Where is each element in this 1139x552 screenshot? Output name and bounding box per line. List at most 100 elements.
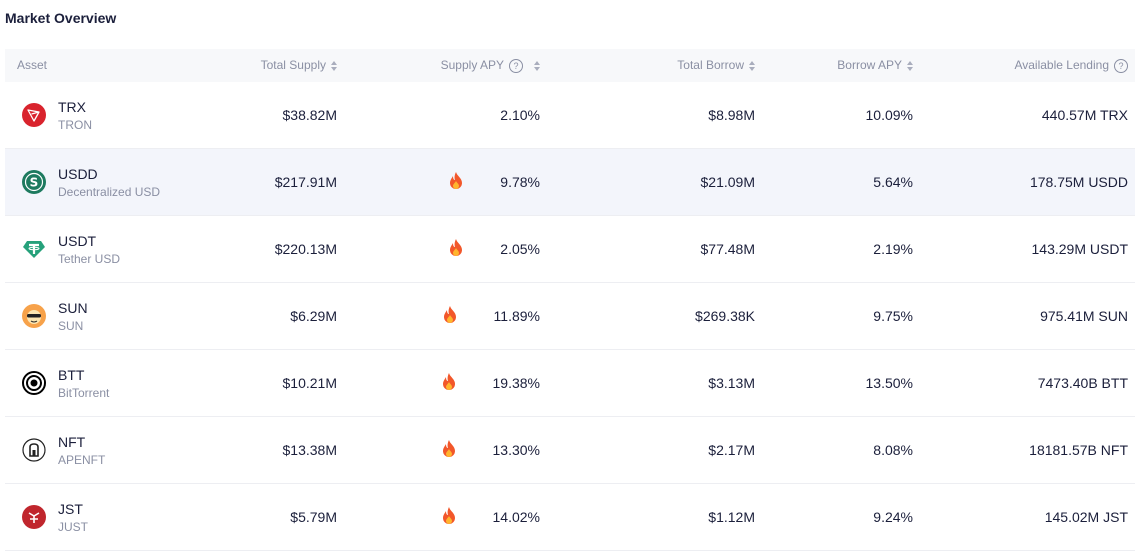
available-lending-value: 145.02M JST <box>1044 509 1128 525</box>
apenft-icon <box>22 438 46 462</box>
asset-cell: SUN SUN <box>22 283 88 349</box>
fire-icon <box>448 238 464 260</box>
total-borrow-value: $77.48M <box>700 241 755 257</box>
total-supply-value: $10.21M <box>282 375 337 391</box>
supply-apy-value: 2.10% <box>500 107 540 123</box>
asset-name: BitTorrent <box>58 385 110 400</box>
supply-apy-value: 11.89% <box>493 308 540 324</box>
supply-apy-cell: 11.89% <box>442 283 540 349</box>
usdd-icon: S <box>22 170 46 194</box>
total-supply-value: $220.13M <box>274 241 337 257</box>
fire-icon <box>441 372 457 394</box>
supply-apy-value: 2.05% <box>500 241 540 257</box>
table-row[interactable]: NFT APENFT $13.38M 13.30% $2.17M 8.08% 1… <box>5 417 1135 484</box>
table-row[interactable]: USDT Tether USD $220.13M 2.05% $77.48M 2… <box>5 216 1135 283</box>
help-icon[interactable]: ? <box>509 58 523 73</box>
total-borrow-value: $3.13M <box>708 375 755 391</box>
borrow-apy-value: 5.64% <box>873 174 913 190</box>
available-lending-value: 440.57M TRX <box>1041 107 1128 123</box>
borrow-apy-value: 8.08% <box>873 442 913 458</box>
supply-apy-value: 13.30% <box>492 442 540 458</box>
sort-icon[interactable] <box>534 60 540 71</box>
supply-apy-cell: 14.02% <box>441 484 540 550</box>
supply-apy-cell: 13.30% <box>441 417 540 483</box>
supply-apy-cell: 2.05% <box>448 216 540 282</box>
asset-symbol: NFT <box>58 433 86 450</box>
table-row[interactable]: BTT BitTorrent $10.21M 19.38% $3.13M 13.… <box>5 350 1135 417</box>
total-borrow-value: $1.12M <box>708 509 755 525</box>
asset-cell: S USDD Decentralized USD <box>22 149 160 215</box>
sort-icon[interactable] <box>749 60 755 71</box>
table-row[interactable]: S USDD Decentralized USD $217.91M 9.78% … <box>5 149 1135 216</box>
supply-apy-value: 9.78% <box>500 174 540 190</box>
total-borrow-value: $2.17M <box>708 442 755 458</box>
table-header: Asset Total Supply Supply APY ? Total Bo… <box>5 49 1135 82</box>
asset-name: SUN <box>58 318 84 333</box>
table-row[interactable]: SUN SUN $6.29M 11.89% $269.38K 9.75% 975… <box>5 283 1135 350</box>
asset-cell: USDT Tether USD <box>22 216 120 282</box>
supply-apy-cell: 2.10% <box>500 82 540 148</box>
available-lending-value: 975.41M SUN <box>1040 308 1128 324</box>
table-row[interactable]: JST JUST $5.79M 14.02% $1.12M 9.24% 145.… <box>5 484 1135 551</box>
table-body: TRX TRON $38.82M 2.10% $8.98M 10.09% 440… <box>5 82 1135 551</box>
available-lending-value: 143.29M USDT <box>1031 241 1128 257</box>
available-lending-value: 7473.40B BTT <box>1037 375 1128 391</box>
tether-icon <box>22 237 46 261</box>
total-supply-value: $38.82M <box>282 107 337 123</box>
total-borrow-value: $269.38K <box>695 308 755 324</box>
header-borrow-apy[interactable]: Borrow APY <box>837 49 913 82</box>
asset-name: Tether USD <box>58 251 121 266</box>
tron-icon <box>22 103 46 127</box>
asset-cell: BTT BitTorrent <box>22 350 109 416</box>
supply-apy-value: 14.02% <box>492 509 540 525</box>
asset-cell: JST JUST <box>22 484 88 550</box>
svg-text:S: S <box>30 176 39 190</box>
asset-symbol: JST <box>58 500 83 517</box>
asset-name: TRON <box>58 117 92 132</box>
supply-apy-cell: 19.38% <box>441 350 540 416</box>
available-lending-value: 178.75M USDD <box>1029 174 1128 190</box>
asset-symbol: BTT <box>58 366 85 383</box>
borrow-apy-value: 9.24% <box>873 509 913 525</box>
fire-icon <box>442 305 458 327</box>
just-icon <box>22 505 46 529</box>
header-total-borrow[interactable]: Total Borrow <box>677 49 755 82</box>
help-icon[interactable]: ? <box>1114 58 1128 73</box>
total-supply-value: $5.79M <box>290 509 337 525</box>
fire-icon <box>441 506 457 528</box>
borrow-apy-value: 10.09% <box>865 107 913 123</box>
asset-symbol: USDT <box>58 232 97 249</box>
page-title: Market Overview <box>5 10 117 26</box>
borrow-apy-value: 2.19% <box>873 241 913 257</box>
asset-cell: NFT APENFT <box>22 417 105 483</box>
asset-symbol: TRX <box>58 98 86 115</box>
header-total-supply[interactable]: Total Supply <box>261 49 337 82</box>
supply-apy-cell: 9.78% <box>448 149 540 215</box>
asset-name: Decentralized USD <box>58 184 161 199</box>
sun-icon <box>22 304 46 328</box>
sort-icon[interactable] <box>907 60 913 71</box>
asset-name: APENFT <box>58 452 106 467</box>
total-supply-value: $217.91M <box>274 174 337 190</box>
table-row[interactable]: TRX TRON $38.82M 2.10% $8.98M 10.09% 440… <box>5 82 1135 149</box>
fire-icon <box>441 439 457 461</box>
total-supply-value: $13.38M <box>282 442 337 458</box>
header-supply-apy[interactable]: Supply APY ? <box>441 49 540 82</box>
fire-icon <box>448 171 464 193</box>
asset-name: JUST <box>58 519 88 534</box>
total-supply-value: $6.29M <box>290 308 337 324</box>
asset-cell: TRX TRON <box>22 82 92 148</box>
asset-symbol: SUN <box>58 299 88 316</box>
bittorrent-icon <box>22 371 46 395</box>
borrow-apy-value: 13.50% <box>865 375 913 391</box>
header-asset: Asset <box>17 58 48 72</box>
available-lending-value: 18181.57B NFT <box>1029 442 1128 458</box>
asset-symbol: USDD <box>58 165 98 182</box>
market-table: Asset Total Supply Supply APY ? Total Bo… <box>5 49 1135 551</box>
header-available-lending: Available Lending ? <box>1014 49 1128 82</box>
supply-apy-value: 19.38% <box>492 375 540 391</box>
sort-icon[interactable] <box>331 60 337 71</box>
total-borrow-value: $8.98M <box>708 107 755 123</box>
total-borrow-value: $21.09M <box>700 174 755 190</box>
borrow-apy-value: 9.75% <box>873 308 913 324</box>
